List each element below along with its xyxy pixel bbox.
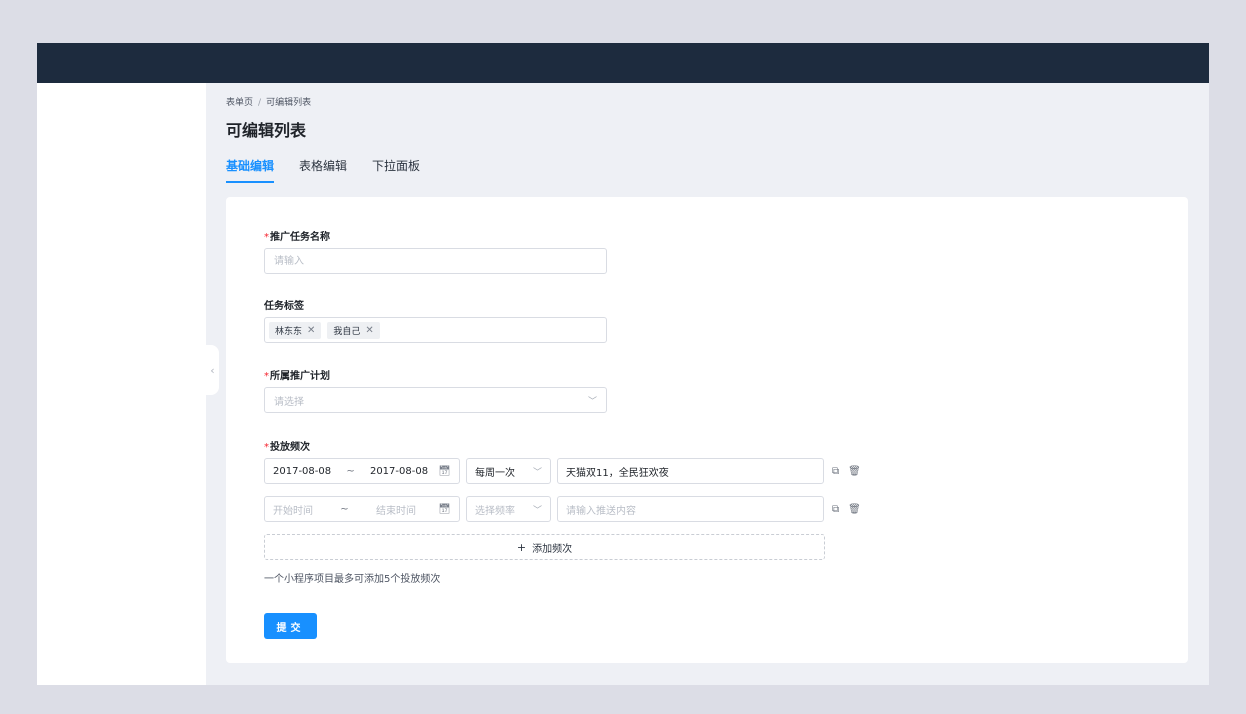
tag-chip: 我自己 ✕ bbox=[327, 321, 380, 339]
plan-label: *所属推广计划 bbox=[264, 371, 330, 382]
frequency-label: *投放频次 bbox=[264, 442, 310, 453]
push-content-input[interactable]: 请输入推送内容 bbox=[557, 496, 824, 522]
delete-icon[interactable]: 🗑︎ bbox=[848, 466, 861, 477]
calendar-icon: 📅︎ bbox=[438, 503, 451, 515]
breadcrumb-separator: / bbox=[258, 98, 262, 108]
tag-chip: 林东东 ✕ bbox=[269, 321, 322, 339]
top-navigation-bar bbox=[37, 43, 1209, 83]
push-content-input[interactable]: 天猫双11，全民狂欢夜 bbox=[557, 458, 824, 484]
task-tags-label: 任务标签 bbox=[264, 301, 304, 312]
chevron-left-icon: ‹ bbox=[210, 363, 215, 377]
tab-bar: 基础编辑 表格编辑 下拉面板 bbox=[226, 157, 445, 183]
tab-basic-edit[interactable]: 基础编辑 bbox=[226, 157, 275, 183]
task-name-input[interactable] bbox=[264, 248, 607, 274]
calendar-icon: 📅︎ bbox=[438, 465, 451, 477]
copy-icon[interactable]: ⧉ bbox=[832, 466, 839, 477]
breadcrumb-item-current: 可编辑列表 bbox=[266, 98, 312, 108]
frequency-row: 开始时间 ~ 结束时间 📅︎ 选择频率 ﹀ 请输入推送内容 ⧉ 🗑︎ bbox=[264, 496, 861, 522]
required-asterisk: * bbox=[264, 371, 269, 382]
row-actions: ⧉ 🗑︎ bbox=[832, 466, 861, 477]
add-frequency-button[interactable]: + 添加频次 bbox=[264, 534, 825, 560]
tab-table-edit[interactable]: 表格编辑 bbox=[299, 157, 347, 183]
task-tags-input[interactable]: 林东东 ✕ 我自己 ✕ bbox=[264, 317, 607, 343]
chevron-down-icon: ﹀ bbox=[587, 396, 597, 407]
sidebar-collapse-handle[interactable]: ‹ bbox=[206, 345, 219, 395]
frequency-hint: 一个小程序项目最多可添加5个投放频次 bbox=[264, 574, 441, 585]
app-window: ‹ 表单页 / 可编辑列表 可编辑列表 基础编辑 表格编辑 下拉面板 *推广任务名称… bbox=[37, 43, 1209, 685]
required-asterisk: * bbox=[264, 232, 269, 243]
delete-icon[interactable]: 🗑︎ bbox=[848, 504, 861, 515]
chevron-down-icon: ﹀ bbox=[532, 467, 542, 478]
plus-icon: + bbox=[516, 540, 527, 554]
frequency-select[interactable]: 每周一次 ﹀ bbox=[466, 458, 551, 484]
plan-select[interactable]: 请选择 ﹀ bbox=[264, 387, 607, 413]
frequency-select[interactable]: 选择频率 ﹀ bbox=[466, 496, 551, 522]
tab-dropdown-panel[interactable]: 下拉面板 bbox=[372, 157, 420, 183]
task-name-label: *推广任务名称 bbox=[264, 232, 330, 243]
close-icon[interactable]: ✕ bbox=[365, 325, 373, 336]
required-asterisk: * bbox=[264, 442, 269, 453]
form-card: *推广任务名称 任务标签 林东东✕ 我自己✕ *所属推广计划 请选择 ﹀ *投放… bbox=[226, 197, 1188, 663]
frequency-row: 2017-08-08 ~ 2017-08-08 📅︎ 每周一次 ﹀ 天猫双11，… bbox=[264, 458, 861, 484]
date-range-picker[interactable]: 开始时间 ~ 结束时间 📅︎ bbox=[264, 496, 460, 522]
close-icon[interactable]: ✕ bbox=[307, 325, 315, 336]
date-range-picker[interactable]: 2017-08-08 ~ 2017-08-08 📅︎ bbox=[264, 458, 460, 484]
submit-button[interactable]: 提交 bbox=[264, 613, 317, 639]
sidebar bbox=[37, 83, 206, 685]
chevron-down-icon: ﹀ bbox=[532, 505, 542, 516]
breadcrumb-item-form-page[interactable]: 表单页 bbox=[226, 98, 253, 108]
copy-icon[interactable]: ⧉ bbox=[832, 504, 839, 515]
page-title: 可编辑列表 bbox=[226, 121, 307, 140]
breadcrumb: 表单页 / 可编辑列表 bbox=[226, 95, 311, 108]
row-actions: ⧉ 🗑︎ bbox=[832, 504, 861, 515]
